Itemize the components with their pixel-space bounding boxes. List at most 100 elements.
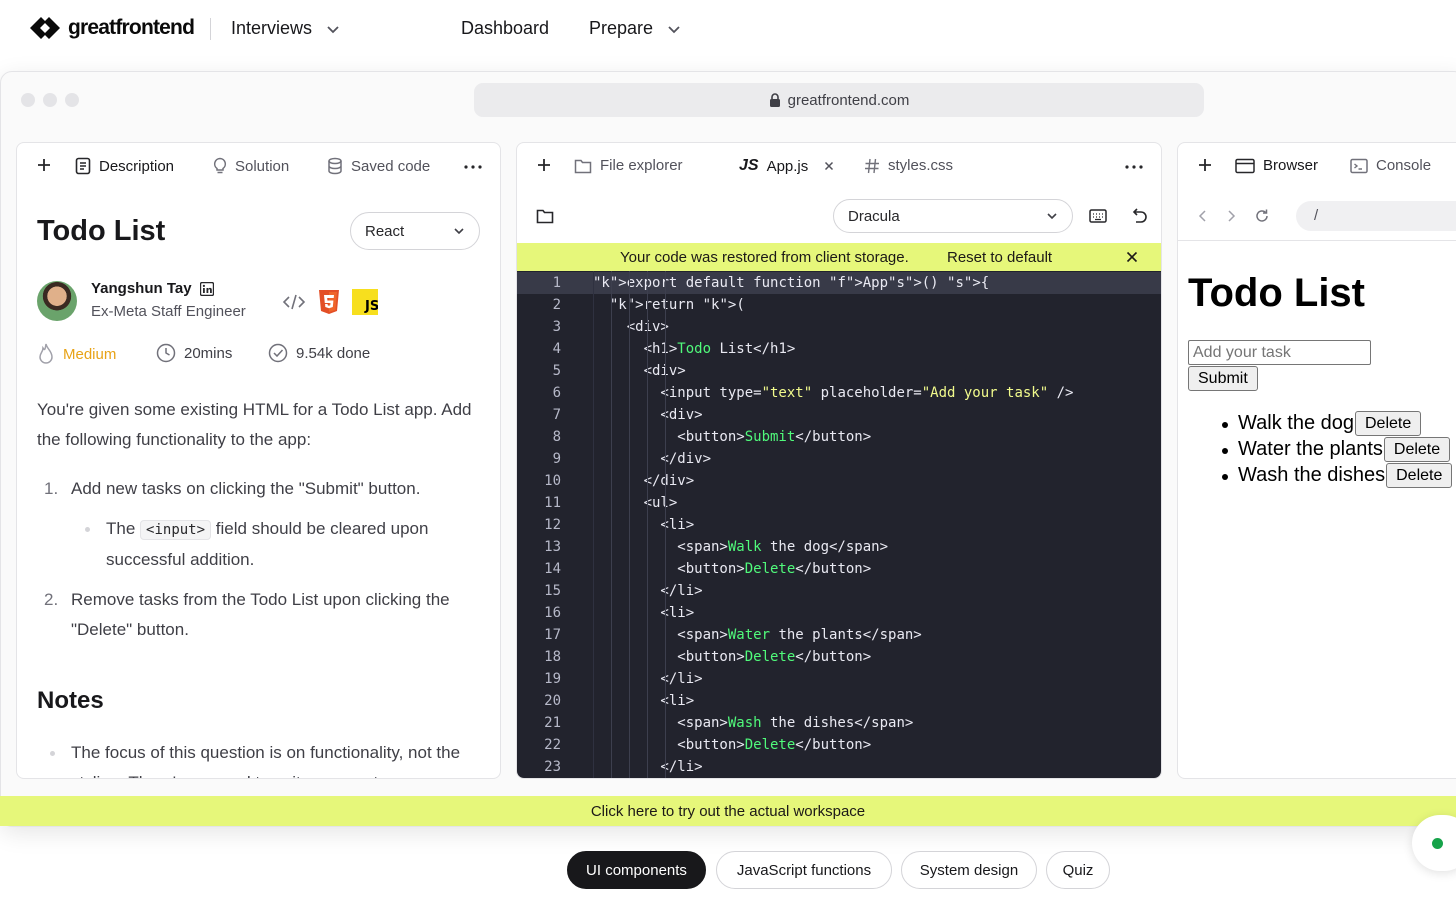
tab-styles-css[interactable]: styles.css bbox=[864, 157, 953, 174]
code-line[interactable]: 6 <input type="text" placeholder="Add yo… bbox=[517, 382, 1161, 404]
tab-app-js[interactable]: JS App.js bbox=[739, 157, 834, 175]
tab-console-label: Console bbox=[1376, 157, 1432, 174]
tab-browser[interactable]: Browser bbox=[1235, 157, 1318, 174]
code-line[interactable]: 1 "k">export default function "f">App"s">… bbox=[517, 272, 1161, 294]
code-line[interactable]: 17 <span>Water the plants</span> bbox=[517, 624, 1161, 646]
chat-widget-button[interactable] bbox=[1412, 815, 1456, 871]
close-icon[interactable] bbox=[1126, 251, 1138, 263]
brand-logo[interactable]: greatfrontend bbox=[28, 15, 195, 41]
line-number: 4 bbox=[552, 341, 561, 357]
tab-description[interactable]: Description bbox=[75, 157, 174, 175]
step-2: 2. Remove tasks from the Todo List upon … bbox=[37, 585, 487, 645]
tab-saved-code[interactable]: Saved code bbox=[327, 157, 430, 175]
code-line[interactable]: 7 <div> bbox=[517, 404, 1161, 426]
code-line[interactable]: 18 <button>Delete</button> bbox=[517, 646, 1161, 668]
code-line[interactable]: 22 <button>Delete</button> bbox=[517, 734, 1161, 756]
reset-to-default-link[interactable]: Reset to default bbox=[947, 249, 1052, 266]
preview-submit-button[interactable]: Submit bbox=[1188, 366, 1258, 391]
linkedin-icon[interactable] bbox=[199, 281, 214, 296]
line-number: 6 bbox=[552, 385, 561, 401]
code-line[interactable]: 4 <h1>Todo List</h1> bbox=[517, 338, 1161, 360]
keyboard-icon[interactable] bbox=[1089, 208, 1107, 224]
nav-dashboard[interactable]: Dashboard bbox=[461, 18, 549, 39]
forward-icon[interactable] bbox=[1226, 209, 1236, 223]
preview-delete-button[interactable]: Delete bbox=[1355, 411, 1422, 436]
code-line[interactable]: 15 </li> bbox=[517, 580, 1161, 602]
hash-icon bbox=[865, 158, 879, 173]
line-number: 14 bbox=[544, 561, 561, 577]
code-line[interactable]: 21 <span>Wash the dishes</span> bbox=[517, 712, 1161, 734]
gutter-divider bbox=[593, 271, 594, 778]
author-name[interactable]: Yangshun Tay bbox=[91, 280, 192, 297]
code-line[interactable]: 12 <li> bbox=[517, 514, 1161, 536]
author-name-row: Yangshun Tay bbox=[91, 280, 214, 297]
step-2-text: Remove tasks from the Todo List upon cli… bbox=[71, 590, 450, 639]
restore-banner-text: Your code was restored from client stora… bbox=[620, 248, 909, 266]
author-avatar[interactable] bbox=[37, 281, 77, 321]
browser-window: greatfrontend.com Description Solution S… bbox=[0, 71, 1456, 827]
code-line[interactable]: 16 <li> bbox=[517, 602, 1161, 624]
tab-console[interactable]: Console bbox=[1350, 157, 1431, 174]
tab-solution[interactable]: Solution bbox=[213, 157, 289, 175]
code-line[interactable]: 8 <button>Submit</button> bbox=[517, 426, 1161, 448]
preview-add-tab-button[interactable] bbox=[1198, 158, 1212, 172]
window-maximize-dot[interactable] bbox=[65, 93, 79, 107]
code-line[interactable]: 3 <div> bbox=[517, 316, 1161, 338]
lightbulb-icon bbox=[213, 157, 227, 174]
framework-select[interactable]: React bbox=[350, 212, 480, 250]
step-2-number: 2. bbox=[44, 590, 59, 609]
code-text: <span>Wash the dishes</span> bbox=[593, 715, 914, 731]
folder-icon[interactable] bbox=[536, 208, 554, 224]
nav-interviews[interactable]: Interviews bbox=[231, 18, 340, 39]
preview-address-input[interactable]: / bbox=[1296, 201, 1456, 231]
code-line[interactable]: 11 <ul> bbox=[517, 492, 1161, 514]
preview-delete-button[interactable]: Delete bbox=[1383, 437, 1451, 462]
code-line[interactable]: 19 </li> bbox=[517, 668, 1161, 690]
category-quiz[interactable]: Quiz bbox=[1046, 851, 1110, 889]
code-editor[interactable]: 1 "k">export default function "f">App"s">… bbox=[517, 271, 1161, 778]
code-line[interactable]: 9 </div> bbox=[517, 448, 1161, 470]
code-line[interactable]: 23 </li> bbox=[517, 756, 1161, 778]
preview-task-input[interactable]: Add your task bbox=[1188, 340, 1371, 365]
code-text: <li> bbox=[593, 693, 695, 709]
category-ui-components[interactable]: UI components bbox=[567, 851, 706, 889]
category-system-design[interactable]: System design bbox=[901, 851, 1037, 889]
description-more-button[interactable] bbox=[464, 165, 482, 169]
code-line[interactable]: 14 <button>Delete</button> bbox=[517, 558, 1161, 580]
document-icon bbox=[75, 157, 91, 175]
indent-guide bbox=[629, 271, 630, 778]
reset-icon[interactable] bbox=[1130, 207, 1148, 225]
url-bar[interactable]: greatfrontend.com bbox=[474, 83, 1204, 117]
code-line[interactable]: 2 "k">return "k">( bbox=[517, 294, 1161, 316]
add-tab-button[interactable] bbox=[37, 158, 51, 172]
brand-mark-icon bbox=[30, 17, 60, 39]
code-line[interactable]: 13 <span>Walk the dog</span> bbox=[517, 536, 1161, 558]
window-close-dot[interactable] bbox=[21, 93, 35, 107]
code-line[interactable]: 5 <div> bbox=[517, 360, 1161, 382]
top-navigation: greatfrontend Interviews Dashboard Prepa… bbox=[0, 0, 1456, 60]
code-line[interactable]: 20 <li> bbox=[517, 690, 1161, 712]
preview-task-text: Water the plants bbox=[1238, 438, 1383, 460]
description-panel: Description Solution Saved code Todo Lis… bbox=[16, 142, 501, 779]
category-javascript-functions[interactable]: JavaScript functions bbox=[716, 851, 892, 889]
preview-delete-button[interactable]: Delete bbox=[1386, 463, 1453, 488]
close-icon[interactable] bbox=[824, 161, 834, 171]
window-minimize-dot[interactable] bbox=[43, 93, 57, 107]
theme-select[interactable]: Dracula bbox=[833, 199, 1073, 233]
code-line[interactable]: 10 </div> bbox=[517, 470, 1161, 492]
refresh-icon[interactable] bbox=[1254, 208, 1270, 224]
try-workspace-banner[interactable]: Click here to try out the actual workspa… bbox=[0, 796, 1456, 826]
sub-step-bullet bbox=[85, 527, 90, 532]
editor-more-button[interactable] bbox=[1125, 165, 1143, 169]
line-number: 13 bbox=[544, 539, 561, 555]
duration-meta: 20mins bbox=[156, 343, 232, 363]
line-number: 22 bbox=[544, 737, 561, 753]
tab-file-explorer[interactable]: File explorer bbox=[574, 157, 683, 174]
editor-add-tab-button[interactable] bbox=[537, 158, 551, 172]
preview-tab-bar: Browser Console bbox=[1178, 143, 1456, 191]
back-icon[interactable] bbox=[1198, 209, 1208, 223]
browser-window-icon bbox=[1235, 158, 1255, 173]
line-number: 11 bbox=[544, 495, 561, 511]
online-status-dot bbox=[1432, 838, 1443, 849]
nav-prepare[interactable]: Prepare bbox=[589, 18, 681, 39]
